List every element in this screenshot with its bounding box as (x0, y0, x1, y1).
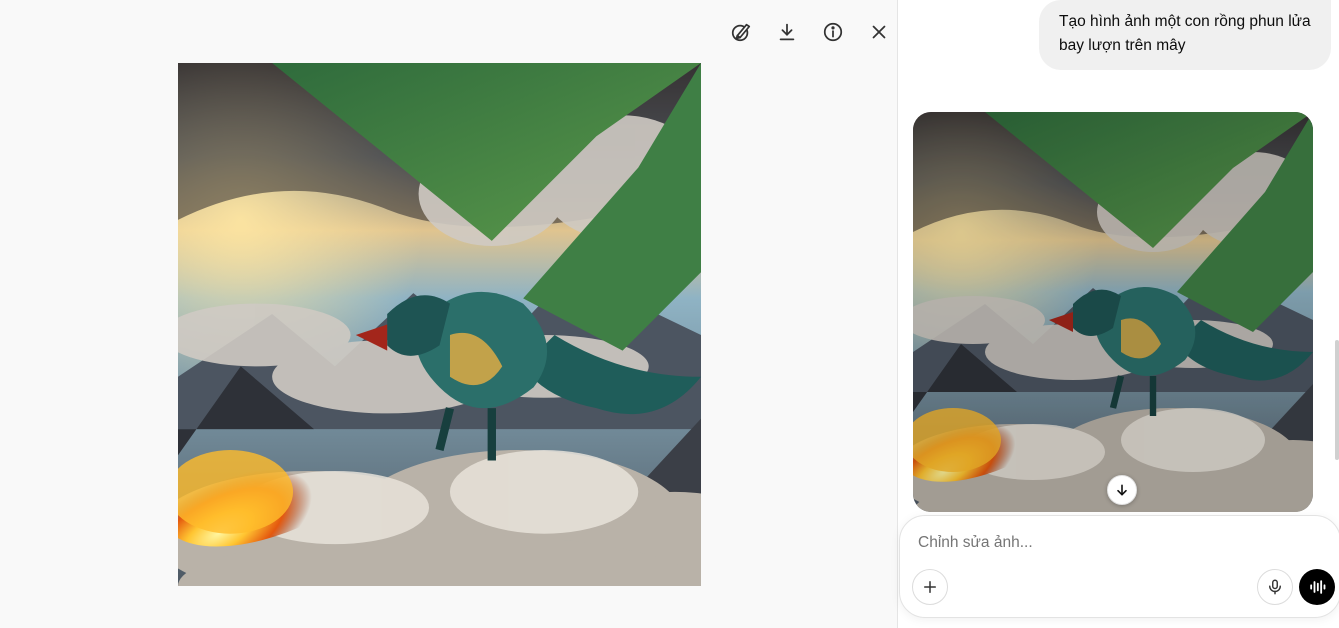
plus-icon (924, 581, 936, 593)
microphone-icon (1269, 579, 1281, 595)
chat-scrollbar[interactable] (1335, 340, 1339, 460)
arrow-down-icon (1117, 484, 1127, 496)
user-message-bubble: Tạo hình ảnh một con rồng phun lửa bay l… (1039, 0, 1331, 70)
viewer-toolbar (726, 17, 894, 47)
info-button[interactable] (818, 17, 848, 47)
edit-image-button[interactable] (726, 17, 756, 47)
edit-image-icon (731, 23, 751, 42)
generated-image-thumbnail[interactable] (913, 112, 1313, 512)
edit-image-input[interactable] (918, 534, 1298, 552)
close-icon (872, 25, 886, 39)
image-viewer-app: Tạo hình ảnh một con rồng phun lửa bay l… (0, 0, 1339, 628)
chat-pane: Tạo hình ảnh một con rồng phun lửa bay l… (898, 0, 1339, 628)
generated-image-large (178, 63, 701, 586)
info-icon (823, 22, 843, 42)
download-button[interactable] (772, 17, 802, 47)
close-button[interactable] (864, 17, 894, 47)
download-icon (779, 23, 795, 41)
add-attachment-button[interactable] (912, 569, 948, 605)
voice-waveform-icon (1310, 580, 1326, 594)
scroll-to-bottom-button[interactable] (1107, 475, 1137, 505)
message-composer (899, 515, 1339, 618)
voice-mode-button[interactable] (1299, 569, 1335, 605)
dictate-button[interactable] (1257, 569, 1293, 605)
image-viewer-pane (0, 0, 897, 628)
